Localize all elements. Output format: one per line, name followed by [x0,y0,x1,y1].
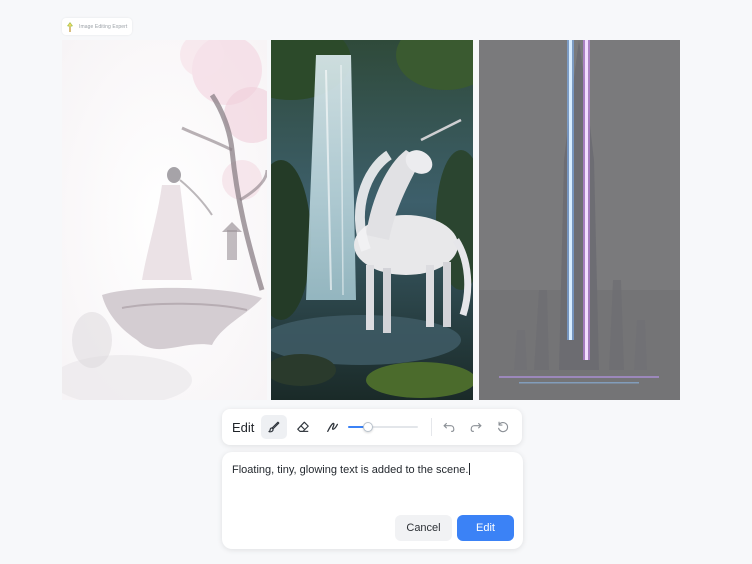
slider-thumb[interactable] [362,422,373,432]
stroke-width-button[interactable] [320,415,346,439]
undo-button[interactable] [436,415,462,439]
eraser-icon [297,421,309,432]
undo-icon [443,422,455,432]
app-name: Image Editing Expert [79,23,128,30]
edit-toolbar: Edit [222,409,522,445]
image-panel-3[interactable] [479,40,680,400]
toolbar-title: Edit [232,419,255,435]
app-logo-icon [67,21,73,32]
edit-button[interactable]: Edit [457,515,514,541]
reset-button[interactable] [490,415,516,439]
prompt-panel: Floating, tiny, glowing text is added to… [222,452,523,549]
image-panel-1[interactable] [62,40,267,400]
reset-icon [498,421,509,433]
brush-size-slider[interactable] [348,422,418,432]
image-panel-2[interactable] [271,40,473,400]
image-floating-island [62,40,267,400]
editor-page: Image Editing Expert Edit Floating, tiny… [0,0,752,564]
brush-tool-button[interactable] [261,415,287,439]
toolbar-divider [431,418,432,436]
text-caret [469,463,471,475]
stroke-icon [327,422,339,433]
redo-icon [470,422,482,432]
redo-button[interactable] [463,415,489,439]
cancel-button[interactable]: Cancel [395,515,452,541]
app-badge: Image Editing Expert [62,18,133,35]
prompt-input-text: Floating, tiny, glowing text is added to… [232,464,469,476]
image-neon-tower [479,40,680,400]
brush-icon [268,421,280,433]
image-unicorn-waterfall [271,40,473,400]
prompt-input[interactable]: Floating, tiny, glowing text is added to… [232,463,514,477]
eraser-tool-button[interactable] [290,415,316,439]
